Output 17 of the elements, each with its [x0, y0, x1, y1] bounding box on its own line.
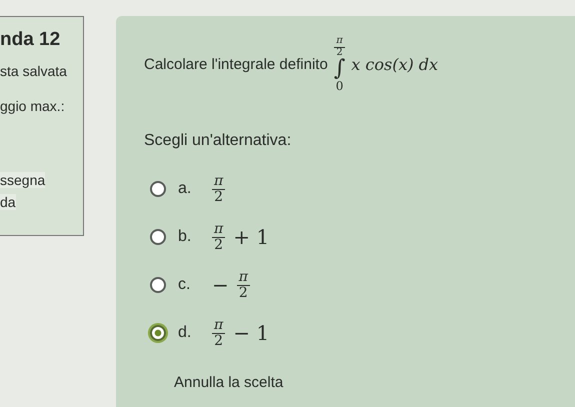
option-letter: c. [178, 276, 192, 294]
question-text: Calcolare l'integrale definito [144, 56, 328, 72]
info-text: ssegna [0, 172, 46, 188]
radio-button[interactable] [150, 277, 166, 293]
option-letter: b. [178, 228, 192, 246]
question-number: nda 12 [0, 29, 62, 51]
radio-button[interactable] [150, 181, 166, 197]
option-letter: a. [178, 180, 192, 198]
radio-button[interactable] [150, 325, 166, 341]
info-text: sta salvata [0, 63, 68, 79]
prompt-text: Scegli un'alternativa: [144, 132, 292, 150]
radio-button[interactable] [150, 229, 166, 245]
info-text: da [0, 194, 16, 210]
answer-formula: π 2 [212, 174, 226, 204]
info-text: ggio max.: [0, 98, 66, 114]
clear-choice-link[interactable]: Annulla la scelta [174, 374, 575, 391]
option-letter: d. [178, 324, 192, 342]
